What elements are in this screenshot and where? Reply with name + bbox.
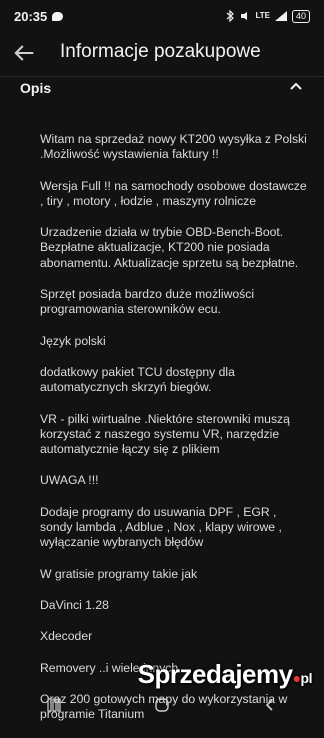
description-paragraph: Wersja Full !! na samochody osobowe dost…: [40, 178, 307, 208]
watermark-tld: pl: [300, 670, 313, 686]
description-paragraph: W gratisie programy takie jak: [40, 566, 198, 581]
chevron-up-icon[interactable]: [288, 79, 304, 93]
status-left: 20:35: [14, 8, 64, 24]
status-bar: 20:35 LTE 40: [0, 0, 324, 32]
description-paragraph: DaVinci 1.28: [40, 597, 109, 612]
description-paragraph: UWAGA !!!: [40, 473, 99, 488]
mute-icon: [241, 12, 248, 20]
header-divider: [0, 76, 324, 77]
status-time: 20:35: [14, 8, 48, 24]
back-chevron-icon: [265, 699, 273, 711]
app-header: Informacje pozakupowe: [0, 32, 324, 74]
recents-button[interactable]: [39, 693, 69, 717]
page-title: Informacje pozakupowe: [60, 41, 261, 62]
network-type: LTE: [255, 11, 270, 20]
signal-icon: [274, 11, 287, 21]
message-notification-icon: [52, 11, 64, 21]
watermark-brand: Sprzedajemy: [137, 659, 293, 689]
description-paragraph: Język polski: [40, 333, 106, 348]
section-title: Opis: [20, 80, 52, 96]
watermark-dot: ●: [292, 670, 301, 686]
description-paragraph: Witam na sprzedaż nowy KT200 wysyłka z P…: [40, 132, 307, 162]
description-paragraph: Dodaje programy do usuwania DPF , EGR , …: [40, 504, 282, 550]
home-icon: [155, 698, 169, 712]
description-paragraph: dodatkowy pakiet TCU dostępny dla automa…: [40, 364, 235, 395]
description-paragraph: Xdecoder: [40, 629, 93, 644]
description-content: Witam na sprzedaż nowy KT200 wysyłka z P…: [40, 132, 310, 738]
sprzedajemy-watermark: Sprzedajemy●pl: [137, 659, 313, 690]
description-paragraph: Urzadzenie działa w trybie OBD-Bench-Boo…: [40, 225, 299, 270]
system-nav-bar: [0, 690, 324, 720]
home-button[interactable]: [147, 693, 177, 717]
bluetooth-icon: [227, 10, 235, 22]
back-arrow-icon[interactable]: [10, 39, 38, 67]
recents-icon: [47, 698, 61, 712]
description-paragraph: Sprzęt posiada bardzo duże możliwości pr…: [40, 287, 255, 317]
back-button[interactable]: [255, 693, 285, 717]
status-right: LTE 40: [226, 9, 310, 23]
description-paragraph: VR - pilki wirtualne .Niektóre sterownik…: [40, 411, 290, 457]
description-section-header[interactable]: Opis: [0, 78, 324, 100]
battery-indicator: 40: [291, 9, 310, 23]
